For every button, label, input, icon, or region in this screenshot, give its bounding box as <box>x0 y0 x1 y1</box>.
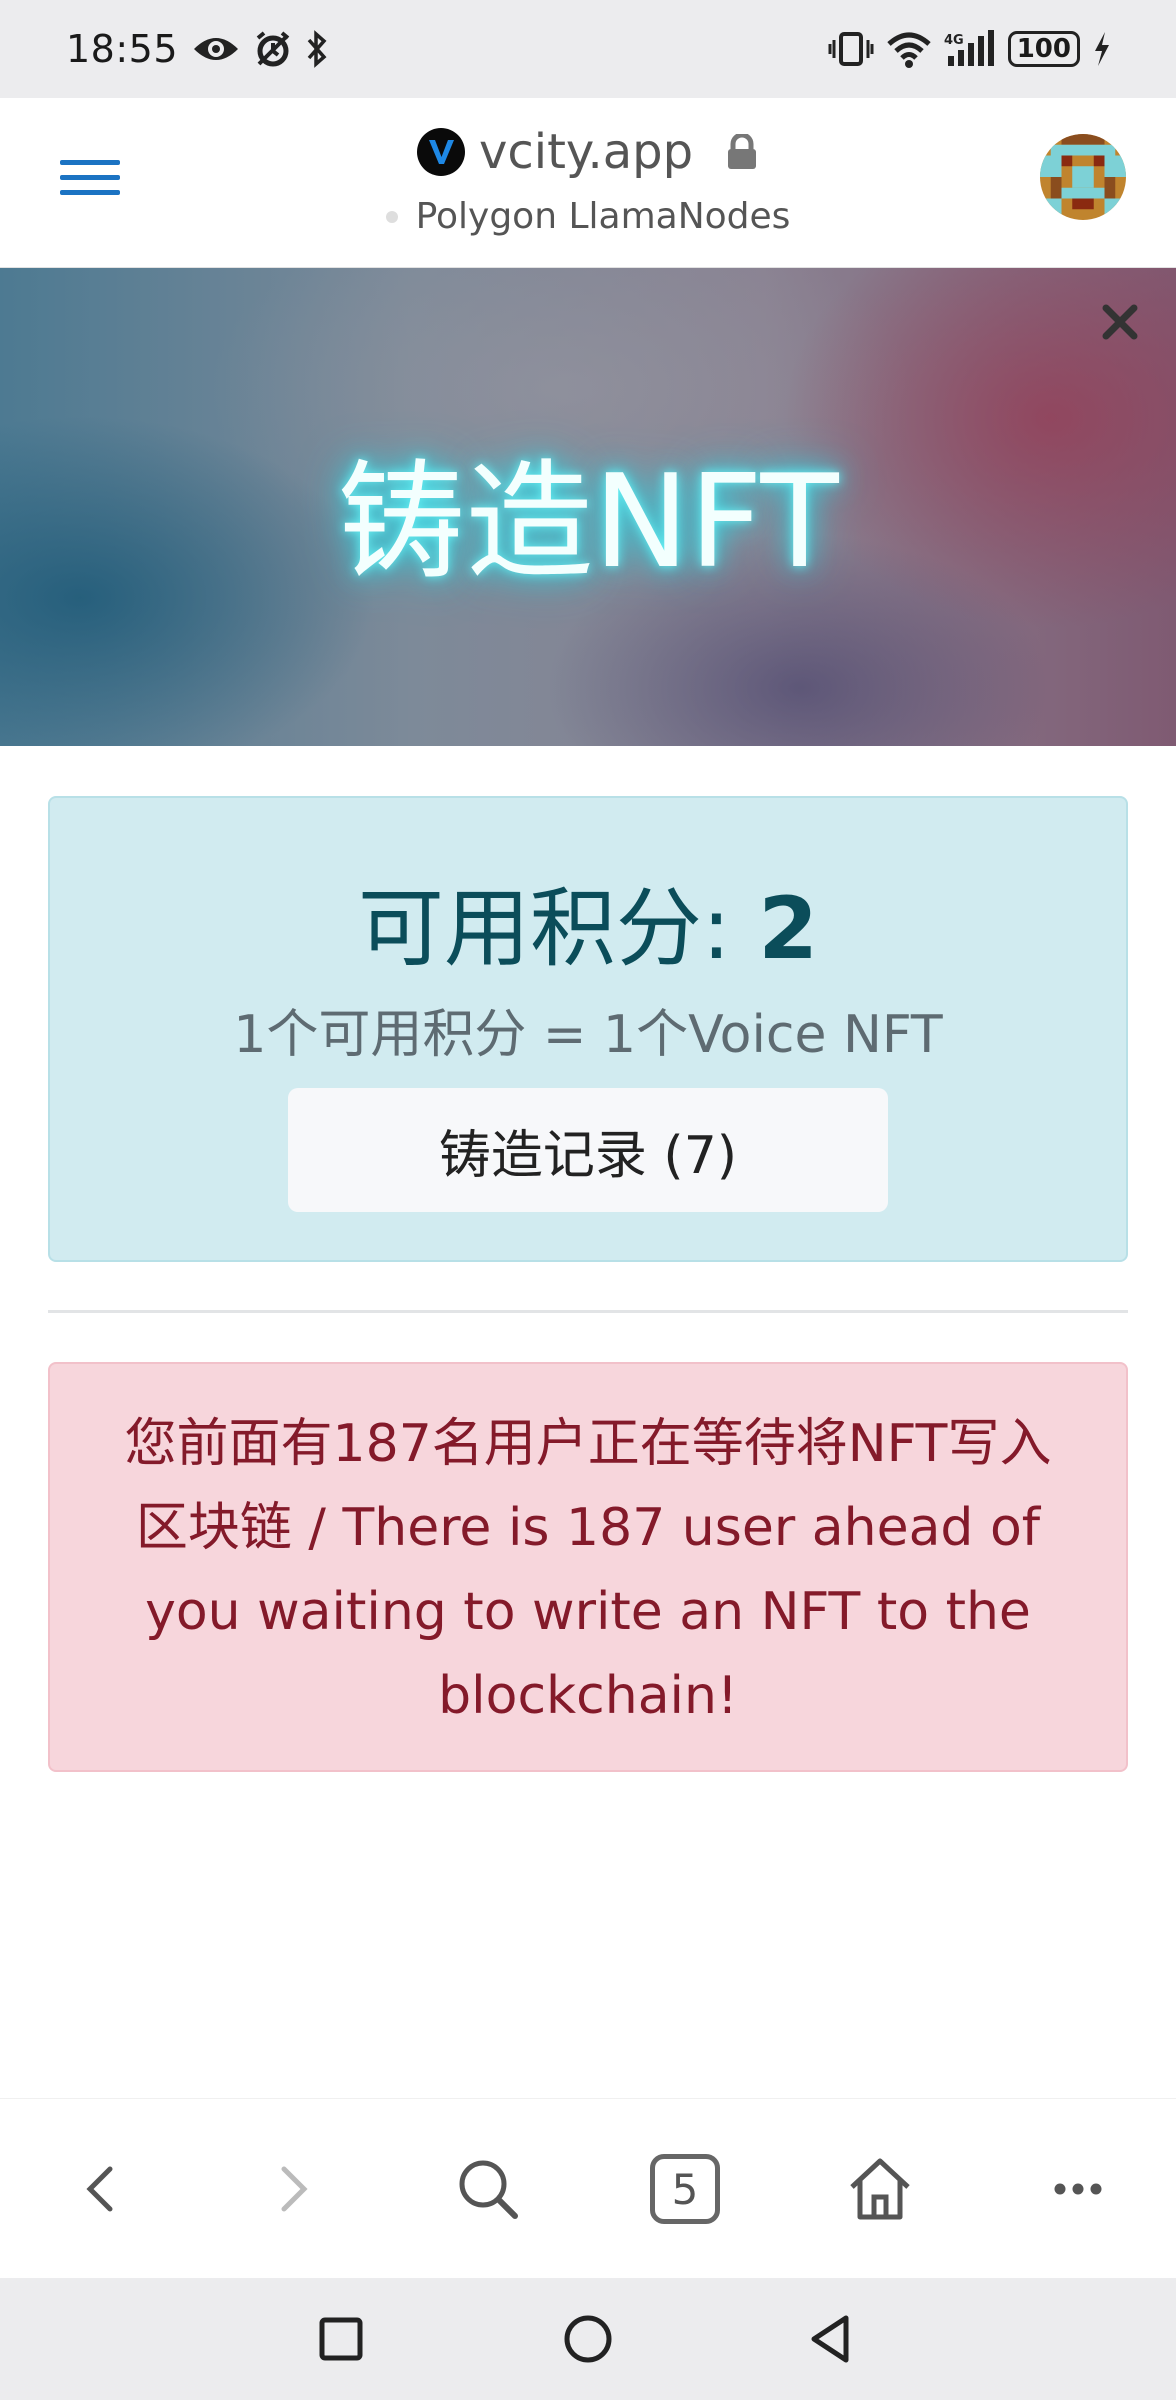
signal-4g-icon: 4G <box>944 30 994 66</box>
mint-records-button[interactable]: 铸造记录 (7) <box>288 1088 888 1212</box>
search-icon <box>459 2160 518 2219</box>
tabs-button[interactable]: 5 <box>645 2139 725 2239</box>
credits-rate: 1个可用积分 = 1个Voice NFT <box>233 1005 943 1065</box>
status-bar: 18:55 4G 100 <box>0 0 1176 98</box>
credits-heading: 可用积分: 2 <box>50 858 1126 983</box>
chevron-left-icon <box>86 2166 113 2212</box>
recents-icon[interactable] <box>310 2308 372 2370</box>
search-button[interactable] <box>448 2139 528 2239</box>
network-status-dot <box>385 210 398 223</box>
close-icon[interactable] <box>1098 300 1142 344</box>
svg-text:4G: 4G <box>944 33 964 48</box>
divider <box>48 1310 1128 1313</box>
home-icon <box>850 2158 910 2220</box>
network-name: Polygon LlamaNodes <box>415 196 791 237</box>
credits-card: 可用积分: 2 1个可用积分 = 1个Voice NFT 铸造记录 (7) <box>48 796 1128 1262</box>
lock-icon <box>728 134 757 169</box>
site-address[interactable]: vcity.app <box>0 124 1176 180</box>
vibrate-icon <box>828 32 874 66</box>
network-indicator[interactable]: Polygon LlamaNodes <box>0 196 1176 237</box>
status-time: 18:55 <box>66 27 179 71</box>
browser-header: vcity.app Polygon LlamaNodes <box>0 98 1176 268</box>
alarm-icon <box>256 31 290 67</box>
credits-label: 可用积分: <box>357 879 759 979</box>
banner-title: 铸造NFT <box>337 448 839 597</box>
system-nav-bar <box>0 2278 1176 2400</box>
home-button[interactable] <box>840 2139 920 2239</box>
queue-alert: 您前面有187名用户正在等待将NFT写入区块链 / There is 187 u… <box>48 1362 1128 1772</box>
tab-count: 5 <box>650 2154 720 2224</box>
back-nav-icon[interactable] <box>800 2308 862 2370</box>
credits-value: 2 <box>758 879 819 979</box>
battery-indicator: 100 <box>1007 31 1080 67</box>
account-avatar[interactable] <box>1040 134 1126 220</box>
bluetooth-icon <box>307 30 327 68</box>
home-nav-icon[interactable] <box>557 2308 619 2370</box>
back-button[interactable] <box>60 2139 140 2239</box>
more-button[interactable] <box>1038 2139 1118 2239</box>
wifi-icon <box>887 32 931 68</box>
queue-alert-message: 您前面有187名用户正在等待将NFT写入区块链 / There is 187 u… <box>124 1414 1052 1726</box>
eye-icon <box>194 38 239 60</box>
more-icon <box>1054 2183 1102 2195</box>
site-domain: vcity.app <box>478 124 694 180</box>
mint-banner: 铸造NFT <box>0 268 1176 746</box>
chevron-right-icon <box>281 2166 308 2212</box>
browser-toolbar: 5 <box>0 2098 1176 2278</box>
site-logo-icon <box>416 128 465 176</box>
charging-icon <box>1095 32 1109 66</box>
forward-button[interactable] <box>254 2139 334 2239</box>
